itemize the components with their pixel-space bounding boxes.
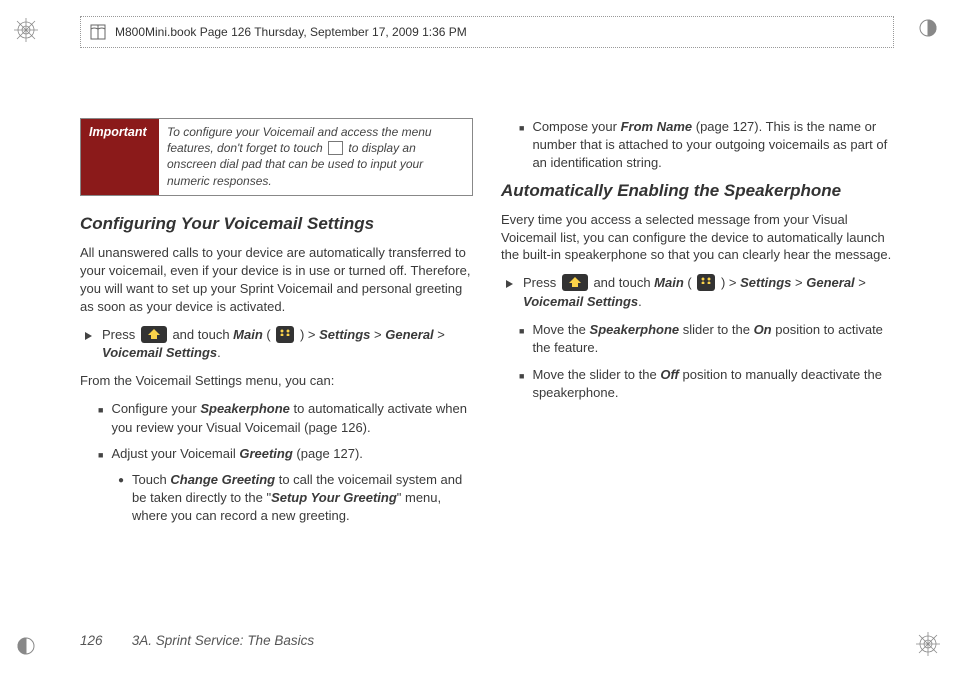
bullet-adjust-greeting: ■ Adjust your Voicemail Greeting (page 1… — [98, 445, 473, 463]
paragraph-intro: All unanswered calls to your device are … — [80, 244, 473, 316]
page-ornament-bottom-right — [910, 632, 946, 656]
document-header-box: M800Mini.book Page 126 Thursday, Septemb… — [80, 16, 894, 48]
page-footer: 126 3A. Sprint Service: The Basics — [80, 633, 314, 648]
triangle-bullet-icon — [505, 274, 515, 311]
home-icon — [141, 326, 167, 343]
left-column: Important To configure your Voicemail an… — [80, 118, 473, 535]
page-number: 126 — [80, 633, 128, 648]
bullet-configure-speakerphone: ■ Configure your Speakerphone to automat… — [98, 400, 473, 436]
right-column: ■ Compose your From Name (page 127). Thi… — [501, 118, 894, 535]
step-body: Press and touch Main ( ) > Settings > Ge… — [102, 326, 473, 363]
important-label: Important — [81, 119, 159, 195]
home-icon — [562, 274, 588, 291]
step-press-main-right: Press and touch Main ( ) > Settings > Ge… — [505, 274, 894, 311]
bullet-move-slider-off: ■ Move the slider to the Off position to… — [519, 366, 894, 402]
square-bullet-icon: ■ — [519, 321, 524, 357]
page-ornament-top-right — [910, 18, 946, 38]
page-content: M800Mini.book Page 126 Thursday, Septemb… — [80, 0, 894, 682]
paragraph-from-menu: From the Voicemail Settings menu, you ca… — [80, 372, 473, 390]
document-header-text: M800Mini.book Page 126 Thursday, Septemb… — [115, 25, 467, 39]
square-bullet-icon: ■ — [98, 400, 103, 436]
important-body: To configure your Voicemail and access t… — [159, 119, 472, 195]
square-bullet-icon: ■ — [98, 445, 103, 463]
important-callout: Important To configure your Voicemail an… — [80, 118, 473, 196]
step-press-main: Press and touch Main ( ) > Settings > Ge… — [84, 326, 473, 363]
dot-bullet-icon: ● — [118, 471, 124, 526]
bullet-touch-change-greeting: ● Touch Change Greeting to call the voic… — [118, 471, 473, 526]
keypad-icon — [328, 141, 343, 155]
triangle-bullet-icon — [84, 326, 94, 363]
main-menu-icon — [276, 326, 294, 343]
bullet-move-slider-on: ■ Move the Speakerphone slider to the On… — [519, 321, 894, 357]
book-icon — [89, 23, 107, 41]
heading-configure-voicemail: Configuring Your Voicemail Settings — [80, 214, 473, 234]
main-menu-icon — [697, 274, 715, 291]
square-bullet-icon: ■ — [519, 118, 524, 173]
square-bullet-icon: ■ — [519, 366, 524, 402]
footer-section-title: 3A. Sprint Service: The Basics — [132, 633, 314, 648]
page-ornament-bottom-left — [8, 636, 44, 656]
page-ornament-top-left — [8, 18, 44, 42]
heading-auto-speakerphone: Automatically Enabling the Speakerphone — [501, 181, 894, 201]
step-body: Press and touch Main ( ) > Settings > Ge… — [523, 274, 894, 311]
paragraph-auto: Every time you access a selected message… — [501, 211, 894, 265]
bullet-compose-from-name: ■ Compose your From Name (page 127). Thi… — [519, 118, 894, 173]
